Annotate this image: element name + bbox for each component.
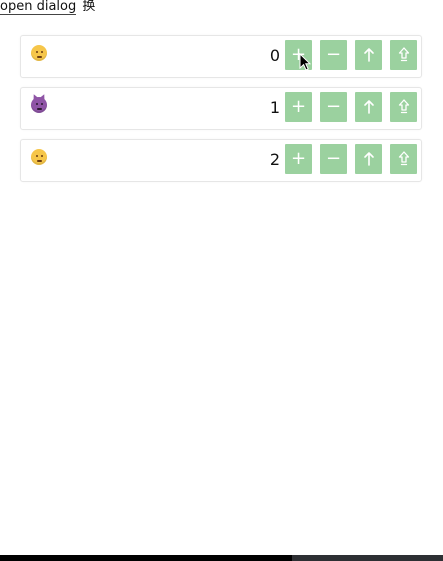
list-item: 1 + −: [20, 87, 422, 130]
move-up-button[interactable]: [355, 40, 382, 70]
decrement-button[interactable]: −: [320, 92, 347, 122]
open-dialog-link[interactable]: open dialog: [0, 0, 77, 15]
item-value: 0: [269, 46, 280, 65]
item-value: 1: [269, 98, 280, 117]
mouse-cursor-icon: [299, 53, 311, 71]
plus-icon: +: [290, 148, 307, 169]
increment-button[interactable]: +: [285, 144, 312, 174]
move-top-button[interactable]: [390, 144, 417, 174]
list-item: 2 + −: [20, 139, 422, 182]
up-arrow-outline-icon: [395, 46, 413, 64]
move-up-button[interactable]: [355, 92, 382, 122]
up-arrow-outline-icon: [395, 98, 413, 116]
counter-list: 0 + − 1 + − 2 + −: [20, 35, 422, 191]
decrement-button[interactable]: −: [320, 144, 347, 174]
minus-icon: −: [325, 44, 342, 65]
move-top-button[interactable]: [390, 92, 417, 122]
minus-icon: −: [325, 148, 342, 169]
list-item: 0 + −: [20, 35, 422, 78]
increment-button[interactable]: +: [285, 92, 312, 122]
up-arrow-icon: [360, 46, 378, 64]
move-top-button[interactable]: [390, 40, 417, 70]
minus-icon: −: [325, 96, 342, 117]
slight-smile-icon: [31, 149, 47, 165]
neutral-face-icon: [31, 45, 47, 61]
up-arrow-icon: [360, 150, 378, 168]
bottom-bar-segment: [0, 555, 292, 561]
header-suffix: 换: [82, 0, 96, 14]
move-up-button[interactable]: [355, 144, 382, 174]
decrement-button[interactable]: −: [320, 40, 347, 70]
smiling-imp-icon: [31, 93, 47, 113]
plus-icon: +: [290, 96, 307, 117]
header: open dialog 换: [0, 0, 95, 16]
item-value: 2: [269, 150, 280, 169]
up-arrow-icon: [360, 98, 378, 116]
bottom-bar: [0, 555, 443, 561]
up-arrow-outline-icon: [395, 150, 413, 168]
